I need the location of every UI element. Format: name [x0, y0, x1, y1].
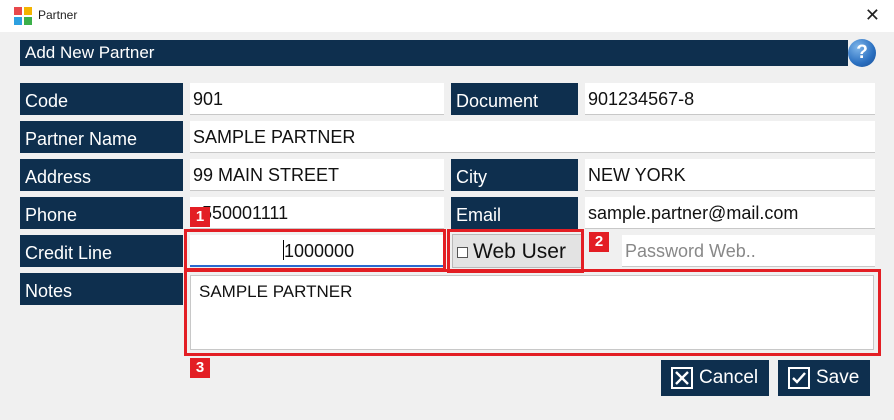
email-label: Email [451, 197, 578, 229]
email-field[interactable]: sample.partner@mail.com [585, 197, 875, 229]
web-user-label: Web User [473, 240, 566, 263]
dialog-content: Add New Partner ? Code 901 Document 9012… [0, 32, 894, 420]
code-label: Code [20, 83, 183, 115]
code-field[interactable]: 901 [190, 83, 444, 115]
section-header: Add New Partner [20, 40, 848, 66]
partner-name-label: Partner Name [20, 121, 183, 153]
partner-name-field[interactable]: SAMPLE PARTNER [190, 121, 875, 153]
city-label: City [451, 159, 578, 191]
close-box-icon [671, 367, 693, 389]
notes-textarea[interactable]: SAMPLE PARTNER [190, 275, 874, 350]
title-bar: Partner ✕ [0, 0, 894, 32]
check-box-icon [788, 367, 810, 389]
help-icon[interactable]: ? [848, 39, 876, 67]
credit-line-field[interactable]: 1000000 [190, 235, 444, 267]
phone-label: Phone [20, 197, 183, 229]
save-button[interactable]: Save [778, 360, 870, 396]
city-field[interactable]: NEW YORK [585, 159, 875, 191]
section-title: Add New Partner [25, 43, 155, 62]
close-icon[interactable]: ✕ [865, 4, 880, 26]
credit-line-label: Credit Line [20, 235, 183, 267]
credit-line-value: 1000000 [284, 241, 355, 261]
web-user-checkbox[interactable]: Web User [452, 234, 582, 268]
window-title: Partner [38, 8, 78, 22]
app-logo-icon [14, 7, 32, 25]
address-field[interactable]: 99 MAIN STREET [190, 159, 444, 191]
annotation-number-1: 1 [190, 207, 210, 227]
phone-field[interactable]: 550001111 [190, 197, 444, 229]
save-label: Save [816, 367, 860, 388]
cancel-button[interactable]: Cancel [661, 360, 769, 396]
annotation-number-2: 2 [589, 232, 609, 252]
document-field[interactable]: 901234567-8 [585, 83, 875, 115]
notes-label: Notes [20, 273, 183, 305]
cancel-label: Cancel [699, 367, 759, 388]
password-web-input[interactable]: Password Web.. [622, 235, 875, 267]
address-label: Address [20, 159, 183, 191]
document-label: Document [451, 83, 578, 115]
annotation-number-3: 3 [190, 358, 210, 378]
checkbox-icon [457, 247, 468, 258]
